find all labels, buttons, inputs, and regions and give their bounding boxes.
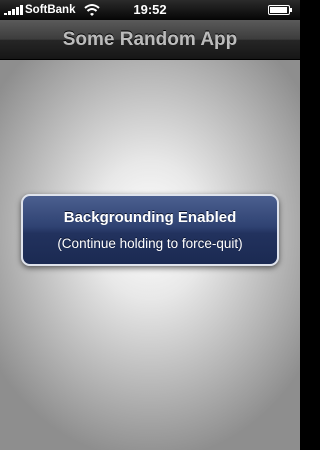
status-time: 19:52	[133, 2, 167, 17]
battery-icon	[268, 5, 292, 15]
navigation-bar: Some Random App	[0, 20, 300, 60]
phone-screen: SoftBank 19:52 Some Random App Backgroun…	[0, 0, 300, 450]
app-title: Some Random App	[62, 29, 238, 50]
alert-title: Backgrounding Enabled	[63, 209, 237, 226]
status-bar: SoftBank 19:52	[0, 0, 300, 20]
alert-message: (Continue holding to force-quit)	[57, 236, 243, 251]
backgrounding-alert[interactable]: Backgrounding Enabled (Continue holding …	[21, 194, 279, 266]
